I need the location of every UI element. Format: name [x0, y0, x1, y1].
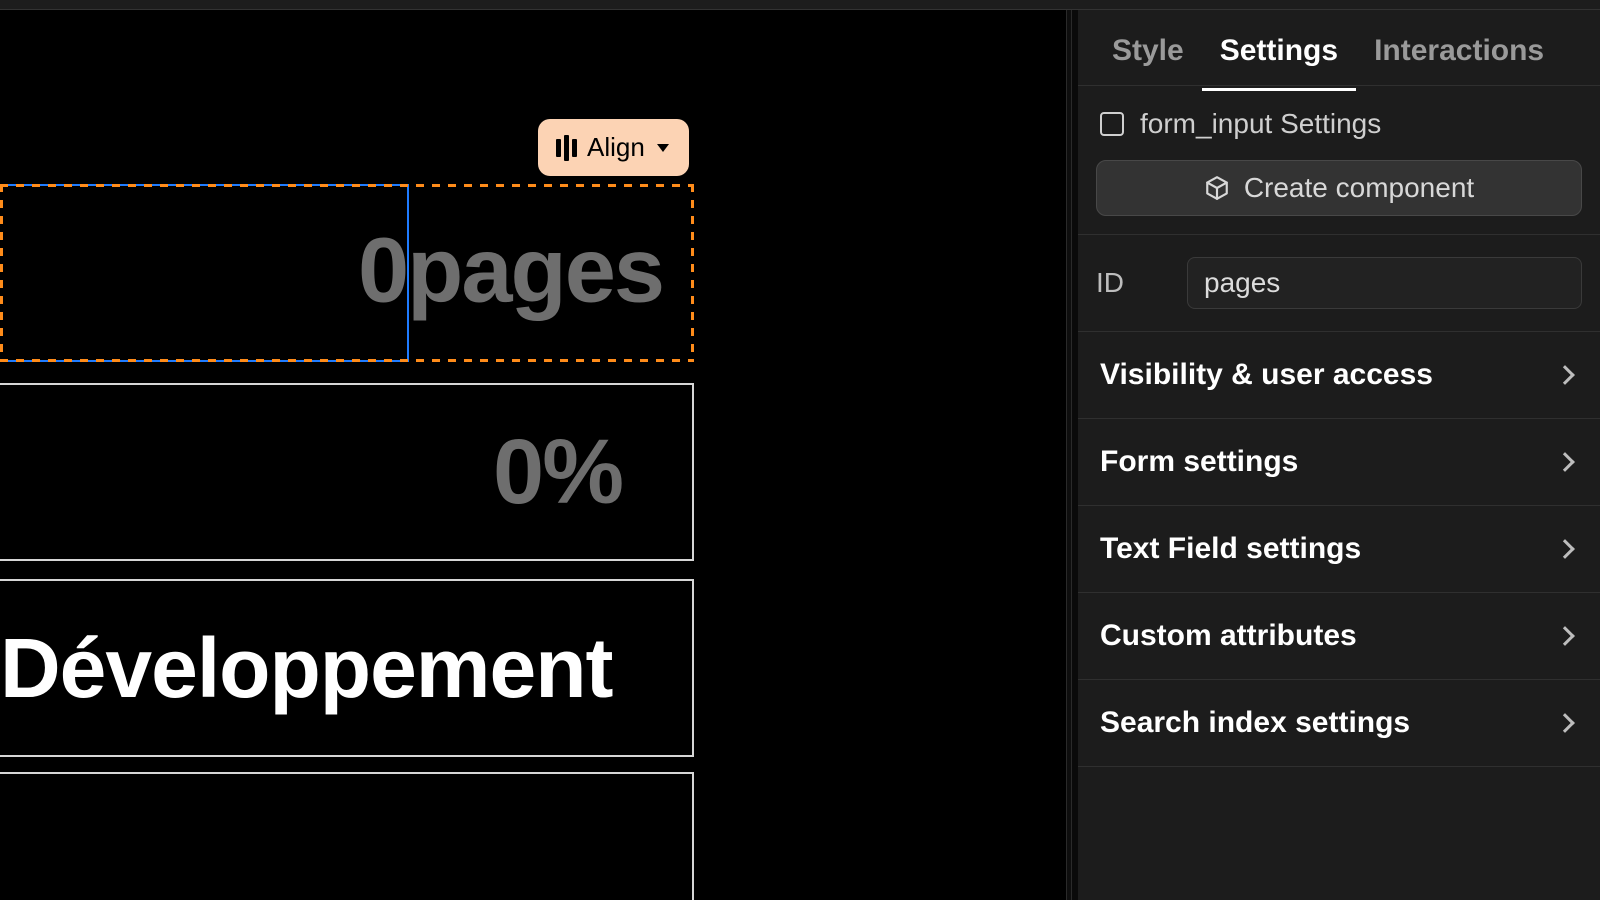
input-placeholder-text: 0%	[493, 420, 622, 525]
section-label: Form settings	[1100, 445, 1298, 479]
form-input-icon	[1100, 112, 1124, 136]
create-component-label: Create component	[1244, 172, 1474, 204]
canvas-empty-box[interactable]	[0, 772, 694, 900]
panel-resize-handle[interactable]	[1066, 10, 1072, 900]
tab-interactions[interactable]: Interactions	[1356, 10, 1562, 88]
align-icon	[556, 135, 577, 161]
align-button[interactable]: Align	[538, 119, 689, 176]
panel-tabs: Style Settings Interactions	[1078, 10, 1600, 86]
settings-panel: Style Settings Interactions form_input S…	[1078, 10, 1600, 900]
heading-text: Développement	[0, 620, 613, 717]
chevron-right-icon	[1555, 452, 1575, 472]
section-label: Search index settings	[1100, 706, 1410, 740]
section-search-index-settings[interactable]: Search index settings	[1078, 679, 1600, 767]
selection-outline-inner	[0, 184, 409, 362]
chevron-down-icon	[657, 144, 669, 152]
element-settings-header: form_input Settings	[1078, 86, 1600, 154]
chevron-right-icon	[1555, 626, 1575, 646]
selected-form-input[interactable]: 0pages	[0, 184, 694, 362]
section-label: Text Field settings	[1100, 532, 1361, 566]
element-settings-title: form_input Settings	[1140, 108, 1381, 140]
section-visibility-access[interactable]: Visibility & user access	[1078, 331, 1600, 418]
section-form-settings[interactable]: Form settings	[1078, 418, 1600, 505]
section-label: Custom attributes	[1100, 619, 1357, 653]
canvas-input-percent[interactable]: 0%	[0, 383, 694, 561]
align-button-label: Align	[587, 132, 645, 163]
cube-icon	[1204, 175, 1230, 201]
tab-style[interactable]: Style	[1094, 10, 1202, 88]
section-custom-attributes[interactable]: Custom attributes	[1078, 592, 1600, 679]
id-input[interactable]	[1187, 257, 1582, 309]
chevron-right-icon	[1555, 539, 1575, 559]
section-text-field-settings[interactable]: Text Field settings	[1078, 505, 1600, 592]
tab-settings[interactable]: Settings	[1202, 10, 1356, 91]
id-field-row: ID	[1078, 235, 1600, 331]
id-label: ID	[1096, 267, 1167, 299]
chevron-right-icon	[1555, 713, 1575, 733]
chevron-right-icon	[1555, 365, 1575, 385]
top-toolbar	[0, 0, 1600, 10]
input-placeholder-text: 0pages	[358, 218, 663, 323]
create-component-button[interactable]: Create component	[1096, 160, 1582, 216]
design-canvas[interactable]: Align 0pages 0% Développement	[0, 10, 1072, 900]
canvas-heading-box[interactable]: Développement	[0, 579, 694, 757]
section-label: Visibility & user access	[1100, 358, 1433, 392]
